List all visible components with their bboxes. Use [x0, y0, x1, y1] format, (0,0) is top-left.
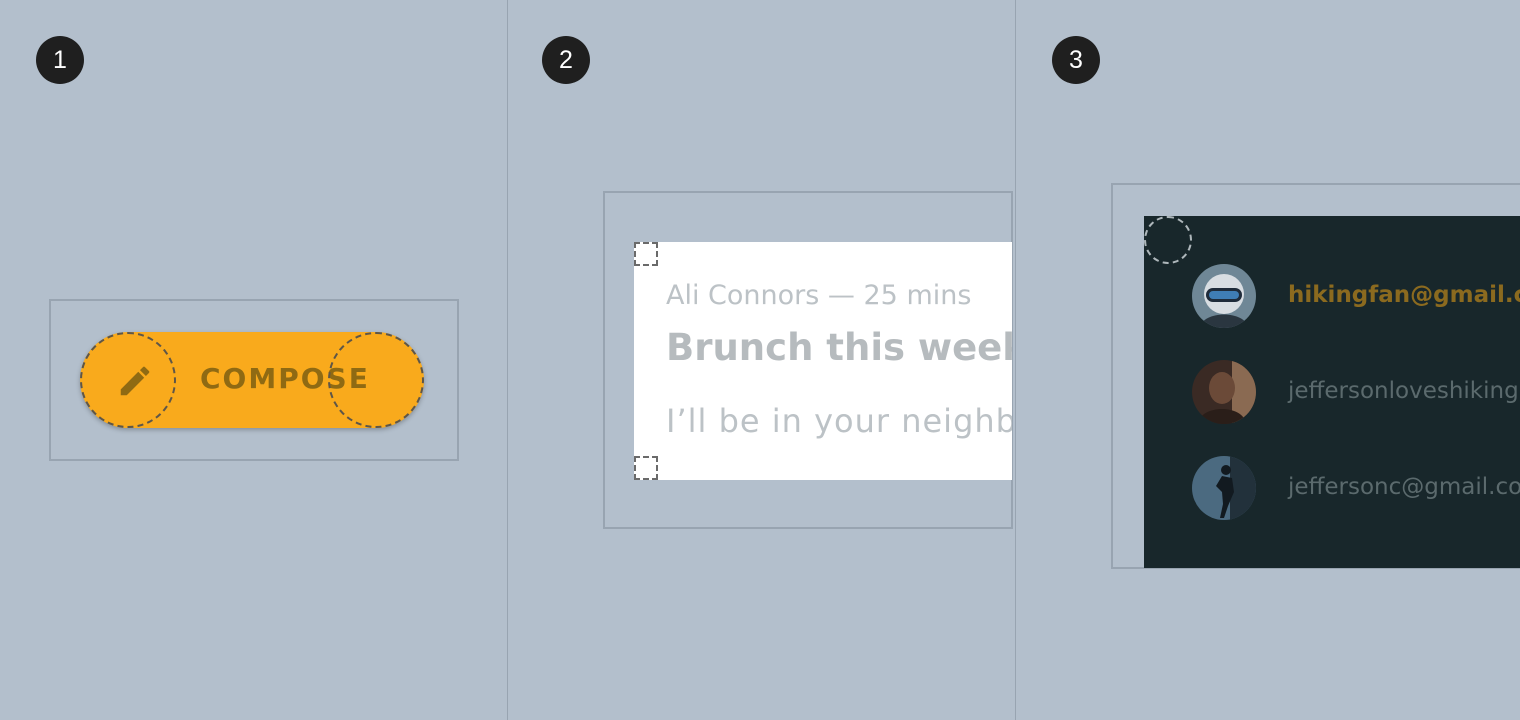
climber-avatar [1192, 456, 1256, 520]
account-email: jeffersonloveshiking@gmail.com [1288, 378, 1520, 404]
accounts-menu: hikingfan@gmail.com jeffersonloveshiking… [1144, 216, 1520, 568]
panel-divider [1015, 0, 1016, 720]
email-subject: Brunch this weekend? [666, 326, 1012, 369]
touch-target-end-marker [328, 332, 424, 428]
skier-avatar [1192, 264, 1256, 328]
step-badge-1: 1 [36, 36, 84, 84]
padding-marker-bottom [634, 456, 658, 480]
step-badge-3: 3 [1052, 36, 1100, 84]
account-item[interactable]: jeffersonc@gmail.com [1144, 456, 1520, 524]
email-preview: I’ll be in your neighborhood [666, 402, 1012, 440]
email-list-item[interactable]: Ali Connors — 25 mins Brunch this weeken… [634, 242, 1012, 480]
portrait-avatar [1192, 360, 1256, 424]
corner-marker [1144, 216, 1192, 264]
account-item[interactable]: jeffersonloveshiking@gmail.com [1144, 360, 1520, 428]
account-item[interactable]: hikingfan@gmail.com [1144, 264, 1520, 332]
padding-marker-top [634, 242, 658, 266]
account-email: hikingfan@gmail.com [1288, 282, 1520, 308]
touch-target-start-marker [80, 332, 176, 428]
email-meta: Ali Connors — 25 mins [666, 280, 972, 311]
account-email: jeffersonc@gmail.com [1288, 474, 1520, 500]
